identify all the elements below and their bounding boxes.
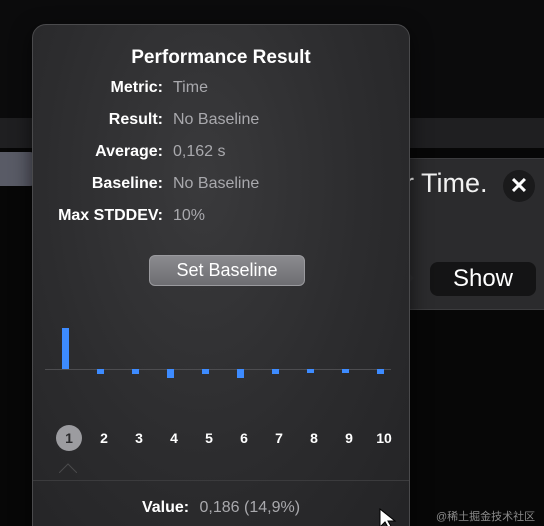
result-row: Result: No Baseline: [33, 111, 409, 133]
iteration-bar-8[interactable]: [306, 369, 314, 373]
iteration-bar-10[interactable]: [376, 369, 384, 375]
value-label: Value:: [141, 499, 190, 516]
iteration-tick-5[interactable]: 5: [196, 425, 222, 451]
iteration-bar-2[interactable]: [96, 369, 104, 375]
selection-notch: [59, 463, 77, 473]
baseline-value: No Baseline: [173, 175, 260, 192]
iteration-tick-9[interactable]: 9: [336, 425, 362, 451]
issue-message-text: r Time.: [405, 168, 488, 198]
iteration-tick-2[interactable]: 2: [91, 425, 117, 451]
iteration-bar-5[interactable]: [201, 369, 209, 375]
iteration-bar-chart: [43, 315, 393, 385]
popover-title: Performance Result: [131, 47, 311, 68]
iteration-tick-4[interactable]: 4: [161, 425, 187, 451]
show-button[interactable]: Show: [430, 262, 536, 296]
baseline-label: Baseline:: [91, 175, 163, 192]
iteration-bar-3[interactable]: [131, 369, 139, 375]
iteration-tick-10[interactable]: 10: [371, 425, 397, 451]
average-value: 0,162 s: [173, 143, 226, 160]
set-baseline-button[interactable]: Set Baseline: [149, 255, 305, 286]
iteration-bar-1[interactable]: [61, 328, 69, 369]
baseline-row: Baseline: No Baseline: [33, 175, 409, 197]
iteration-tick-1[interactable]: 1: [56, 425, 82, 451]
value-readout: 0,186 (14,9%): [199, 499, 301, 516]
watermark-text: @稀土掘金技术社区: [436, 511, 536, 523]
result-value: No Baseline: [173, 111, 260, 128]
max-stddev-row: Max STDDEV: 10%: [33, 207, 409, 229]
iteration-bar-4[interactable]: [166, 369, 174, 378]
iteration-tick-3[interactable]: 3: [126, 425, 152, 451]
mouse-pointer-icon: [379, 508, 397, 526]
iteration-bar-7[interactable]: [271, 369, 279, 375]
metric-row: Metric: Time: [33, 79, 409, 101]
performance-result-popover: Performance Result Metric: Time Result: …: [32, 24, 410, 526]
footer-divider: [33, 480, 409, 481]
result-label: Result:: [108, 111, 163, 128]
iteration-tick-6[interactable]: 6: [231, 425, 257, 451]
iteration-bar-6[interactable]: [236, 369, 244, 378]
metric-value: Time: [173, 79, 208, 96]
iteration-bar-9[interactable]: [341, 369, 349, 373]
max-stddev-label: Max STDDEV:: [58, 207, 163, 224]
close-icon[interactable]: ✕: [503, 170, 535, 202]
screen: r Time. ✕ Show Performance Result Metric…: [0, 0, 544, 526]
value-footer: Value: 0,186 (14,9%): [33, 499, 409, 517]
average-label: Average:: [95, 143, 163, 160]
iteration-selector: 1 2 3 4 5 6 7 8 9 10: [53, 425, 403, 453]
iteration-tick-8[interactable]: 8: [301, 425, 327, 451]
editor-highlight-strip: [0, 152, 36, 186]
metric-label: Metric:: [110, 79, 163, 96]
max-stddev-value: 10%: [173, 207, 206, 224]
average-row: Average: 0,162 s: [33, 143, 409, 165]
iteration-tick-7[interactable]: 7: [266, 425, 292, 451]
